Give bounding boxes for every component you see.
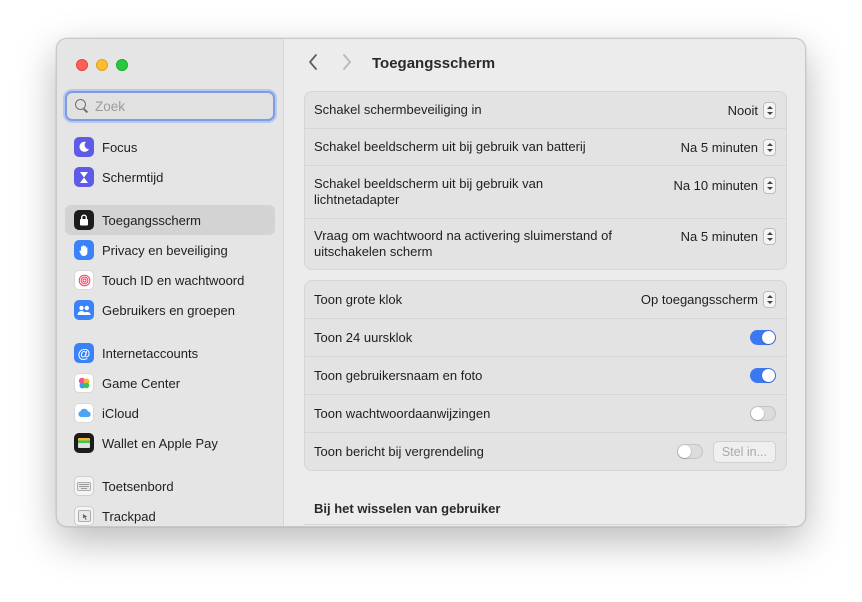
sidebar-item-label: Trackpad xyxy=(102,508,156,524)
settings-row: Toon 24 uursklok xyxy=(305,319,786,357)
sidebar-item-label: Schermtijd xyxy=(102,169,164,185)
close-window-button[interactable] xyxy=(76,59,88,71)
zoom-window-button[interactable] xyxy=(116,59,128,71)
adapter-display-off-popup[interactable]: Na 10 minuten xyxy=(673,177,776,194)
up-down-chevron-icon xyxy=(763,177,776,194)
chevron-left-icon xyxy=(309,54,317,70)
sidebar-item-icloud[interactable]: iCloud xyxy=(65,398,275,428)
set-message-button: Stel in... xyxy=(712,440,776,463)
moon-icon xyxy=(74,137,94,157)
row-label: Toon bericht bij vergrendeling xyxy=(314,443,484,459)
sidebar-item-label: Game Center xyxy=(102,375,181,391)
sidebar: Focus Schermtijd Toegangsscherm Privac xyxy=(57,39,284,526)
sidebar-item-label: Focus xyxy=(102,139,138,155)
row-label: Toon wachtwoordaanwijzingen xyxy=(314,405,491,421)
sidebar-item-label: Internetaccounts xyxy=(102,345,199,361)
main-content: Toegangsscherm Schakel schermbeveiliging… xyxy=(285,39,805,526)
sidebar-item-label: Toegangsscherm xyxy=(102,212,201,228)
lock-screen-display-group: Toon grote klok Op toegangsscherm Toon 2… xyxy=(304,280,787,471)
popup-value: Na 10 minuten xyxy=(673,178,758,193)
popup-value: Nooit xyxy=(727,102,758,118)
sidebar-item-internetaccounts[interactable]: @ Internetaccounts xyxy=(65,338,275,368)
sidebar-item-game-center[interactable]: Game Center xyxy=(65,368,275,398)
row-label: Schakel schermbeveiliging in xyxy=(314,102,482,117)
settings-row: Schakel beeldscherm uit bij gebruik van … xyxy=(305,166,786,219)
settings-row: Toon grote klok Op toegangsscherm xyxy=(305,281,786,319)
at-icon: @ xyxy=(74,343,94,363)
settings-row: Toon wachtwoordaanwijzingen xyxy=(305,395,786,433)
sidebar-item-label: Gebruikers en groepen xyxy=(102,302,235,318)
search-field[interactable] xyxy=(65,91,275,121)
trackpad-icon xyxy=(74,506,94,526)
large-clock-popup[interactable]: Op toegangsscherm xyxy=(641,291,776,308)
up-down-chevron-icon xyxy=(763,228,776,245)
minimize-window-button[interactable] xyxy=(96,59,108,71)
sidebar-item-label: Toetsenbord xyxy=(102,478,174,494)
row-label: Schakel beeldscherm uit bij gebruik van … xyxy=(314,139,586,154)
sidebar-item-toegangsscherm[interactable]: Toegangsscherm xyxy=(65,205,275,235)
settings-row: Toon gebruikersnaam en foto xyxy=(305,357,786,395)
sidebar-item-privacy[interactable]: Privacy en beveiliging xyxy=(65,235,275,265)
battery-display-off-popup[interactable]: Na 5 minuten xyxy=(680,138,776,156)
screen-saver-group: Schakel schermbeveiliging in Nooit Schak… xyxy=(304,91,787,270)
popup-value: Op toegangsscherm xyxy=(640,292,758,307)
sidebar-item-label: iCloud xyxy=(102,405,139,421)
search-input[interactable] xyxy=(95,98,265,114)
sidebar-item-label: Wallet en Apple Pay xyxy=(102,435,218,451)
hand-icon xyxy=(74,240,94,260)
row-label: Toon 24 uursklok xyxy=(314,329,413,345)
sidebar-item-gebruikers[interactable]: Gebruikers en groepen xyxy=(65,295,275,325)
row-label: Vraag om wachtwoord na activering sluime… xyxy=(314,228,612,259)
fingerprint-icon xyxy=(74,270,94,290)
row-label: Toon grote klok xyxy=(314,291,403,307)
sidebar-item-schermtijd[interactable]: Schermtijd xyxy=(65,162,275,192)
settings-row: Schakel schermbeveiliging in Nooit xyxy=(305,92,786,129)
schermbeveiliging-popup[interactable]: Nooit xyxy=(727,101,776,119)
section-heading: Bij het wisselen van gebruiker xyxy=(314,501,501,516)
page-title: Toegangsscherm xyxy=(372,55,496,72)
row-label: Schakel beeldscherm uit bij gebruik van … xyxy=(314,176,544,207)
sidebar-item-label: Privacy en beveiliging xyxy=(102,242,228,258)
username-photo-toggle[interactable] xyxy=(750,368,776,383)
settings-row: Vraag om wachtwoord na activering sluime… xyxy=(305,219,786,269)
sidebar-item-focus[interactable]: Focus xyxy=(65,132,275,162)
sidebar-item-toetsenbord[interactable]: Toetsenbord xyxy=(65,471,275,501)
sidebar-item-touch-id[interactable]: Touch ID en wachtwoord xyxy=(65,265,275,295)
up-down-chevron-icon xyxy=(763,291,776,308)
settings-row: Schakel beeldscherm uit bij gebruik van … xyxy=(305,129,786,166)
sidebar-item-trackpad[interactable]: Trackpad xyxy=(65,501,275,526)
lock-icon xyxy=(74,210,94,230)
popup-value: Na 5 minuten xyxy=(680,139,758,155)
row-label: Toon gebruikersnaam en foto xyxy=(314,367,483,383)
sidebar-list: Focus Schermtijd Toegangsscherm Privacy … xyxy=(65,132,275,526)
settings-window: Focus Schermtijd Toegangsscherm Privac xyxy=(56,38,806,527)
back-button[interactable] xyxy=(303,53,323,75)
lock-message-toggle[interactable] xyxy=(676,444,703,459)
sidebar-item-wallet[interactable]: Wallet en Apple Pay xyxy=(65,428,275,458)
popup-value: Na 5 minuten xyxy=(680,229,758,244)
up-down-chevron-icon xyxy=(763,138,776,156)
chevron-right-icon xyxy=(343,54,351,70)
require-password-popup[interactable]: Na 5 minuten xyxy=(681,228,776,245)
divider xyxy=(304,524,787,525)
settings-row: Toon bericht bij vergrendeling Stel in..… xyxy=(305,433,786,470)
search-icon xyxy=(74,98,90,114)
wallet-icon xyxy=(74,433,94,453)
hourglass-icon xyxy=(74,167,94,187)
24-hour-clock-toggle[interactable] xyxy=(750,330,776,345)
up-down-chevron-icon xyxy=(763,101,776,119)
users-icon xyxy=(74,300,94,320)
cloud-icon xyxy=(74,403,94,423)
game-center-icon xyxy=(74,373,94,393)
password-hints-toggle[interactable] xyxy=(750,406,776,421)
sidebar-item-label: Touch ID en wachtwoord xyxy=(102,272,245,288)
forward-button[interactable] xyxy=(337,53,357,75)
keyboard-icon xyxy=(74,476,94,496)
